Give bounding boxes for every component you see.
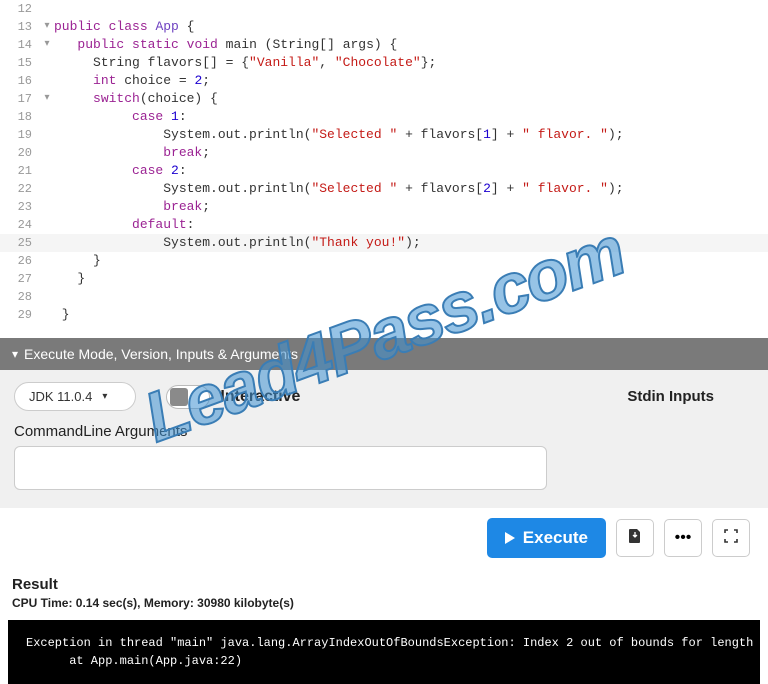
interactive-label: Interactive bbox=[220, 388, 300, 406]
execute-button[interactable]: Execute bbox=[487, 518, 606, 558]
result-meta: CPU Time: 0.14 sec(s), Memory: 30980 kil… bbox=[12, 596, 756, 610]
code-text: String flavors[] = {"Vanilla", "Chocolat… bbox=[54, 54, 768, 72]
console-output: Exception in thread "main" java.lang.Arr… bbox=[8, 620, 760, 684]
toggle-knob bbox=[170, 388, 188, 406]
interactive-toggle-group: Interactive bbox=[166, 385, 300, 409]
cmdline-input[interactable] bbox=[14, 446, 547, 490]
line-number: 23 bbox=[0, 198, 40, 216]
code-line[interactable]: 21 case 2: bbox=[0, 162, 768, 180]
code-line[interactable]: 17▾ switch(choice) { bbox=[0, 90, 768, 108]
code-text: default: bbox=[54, 216, 768, 234]
line-number: 18 bbox=[0, 108, 40, 126]
fold-icon[interactable]: ▾ bbox=[40, 36, 54, 54]
code-line[interactable]: 29 } bbox=[0, 306, 768, 324]
code-text: break; bbox=[54, 144, 768, 162]
line-number: 20 bbox=[0, 144, 40, 162]
code-line[interactable]: 19 System.out.println("Selected " + flav… bbox=[0, 126, 768, 144]
line-number: 25 bbox=[0, 234, 40, 252]
execute-label: Execute bbox=[523, 528, 588, 548]
code-text: System.out.println("Selected " + flavors… bbox=[54, 126, 768, 144]
cmdline-section: CommandLine Arguments bbox=[14, 423, 754, 490]
code-text: public static void main (String[] args) … bbox=[54, 36, 768, 54]
result-section: Result CPU Time: 0.14 sec(s), Memory: 30… bbox=[0, 568, 768, 614]
result-title: Result bbox=[12, 576, 756, 593]
code-line[interactable]: 27 } bbox=[0, 270, 768, 288]
fold-icon[interactable]: ▾ bbox=[40, 90, 54, 108]
code-line[interactable]: 16 int choice = 2; bbox=[0, 72, 768, 90]
code-line[interactable]: 14▾ public static void main (String[] ar… bbox=[0, 36, 768, 54]
line-number: 26 bbox=[0, 252, 40, 270]
code-line[interactable]: 15 String flavors[] = {"Vanilla", "Choco… bbox=[0, 54, 768, 72]
jdk-dropdown[interactable]: JDK 11.0.4 ▾ bbox=[14, 382, 136, 411]
code-line[interactable]: 12 bbox=[0, 0, 768, 18]
controls-area: JDK 11.0.4 ▾ Interactive Stdin Inputs Co… bbox=[0, 370, 768, 508]
code-text: case 1: bbox=[54, 108, 768, 126]
code-text: System.out.println("Thank you!"); bbox=[54, 234, 768, 252]
code-text: System.out.println("Selected " + flavors… bbox=[54, 180, 768, 198]
settings-panel-header[interactable]: ▾ Execute Mode, Version, Inputs & Argume… bbox=[0, 338, 768, 370]
chevron-down-icon: ▾ bbox=[102, 391, 107, 402]
play-icon bbox=[505, 532, 515, 544]
line-number: 24 bbox=[0, 216, 40, 234]
code-line[interactable]: 25 System.out.println("Thank you!"); bbox=[0, 234, 768, 252]
code-line[interactable]: 22 System.out.println("Selected " + flav… bbox=[0, 180, 768, 198]
line-number: 29 bbox=[0, 306, 40, 324]
code-line[interactable]: 13▾public class App { bbox=[0, 18, 768, 36]
code-line[interactable]: 23 break; bbox=[0, 198, 768, 216]
more-button[interactable]: ••• bbox=[664, 519, 702, 557]
line-number: 19 bbox=[0, 126, 40, 144]
line-number: 14 bbox=[0, 36, 40, 54]
code-line[interactable]: 24 default: bbox=[0, 216, 768, 234]
interactive-toggle[interactable] bbox=[166, 385, 210, 409]
code-text: } bbox=[54, 252, 768, 270]
more-icon: ••• bbox=[675, 529, 692, 547]
download-button[interactable] bbox=[616, 519, 654, 557]
code-text: int choice = 2; bbox=[54, 72, 768, 90]
line-number: 21 bbox=[0, 162, 40, 180]
code-line[interactable]: 18 case 1: bbox=[0, 108, 768, 126]
panel-title: Execute Mode, Version, Inputs & Argument… bbox=[24, 346, 298, 362]
fullscreen-icon bbox=[724, 529, 738, 548]
code-line[interactable]: 20 break; bbox=[0, 144, 768, 162]
line-number: 17 bbox=[0, 90, 40, 108]
code-text: case 2: bbox=[54, 162, 768, 180]
stdin-label: Stdin Inputs bbox=[627, 388, 754, 405]
code-line[interactable]: 28 bbox=[0, 288, 768, 306]
line-number: 12 bbox=[0, 0, 40, 18]
line-number: 15 bbox=[0, 54, 40, 72]
jdk-value: JDK 11.0.4 bbox=[29, 389, 92, 404]
line-number: 16 bbox=[0, 72, 40, 90]
line-number: 13 bbox=[0, 18, 40, 36]
line-number: 22 bbox=[0, 180, 40, 198]
line-number: 27 bbox=[0, 270, 40, 288]
code-text: } bbox=[54, 270, 768, 288]
button-row: Execute ••• bbox=[0, 508, 768, 568]
line-number: 28 bbox=[0, 288, 40, 306]
chevron-down-icon: ▾ bbox=[12, 347, 18, 361]
code-text: } bbox=[54, 306, 768, 324]
code-line[interactable]: 26 } bbox=[0, 252, 768, 270]
code-text: break; bbox=[54, 198, 768, 216]
download-icon bbox=[627, 528, 643, 549]
code-editor[interactable]: 1213▾public class App {14▾ public static… bbox=[0, 0, 768, 324]
code-text: public class App { bbox=[54, 18, 768, 36]
fold-icon[interactable]: ▾ bbox=[40, 18, 54, 36]
fullscreen-button[interactable] bbox=[712, 519, 750, 557]
code-text: switch(choice) { bbox=[54, 90, 768, 108]
cmdline-label: CommandLine Arguments bbox=[14, 423, 754, 440]
